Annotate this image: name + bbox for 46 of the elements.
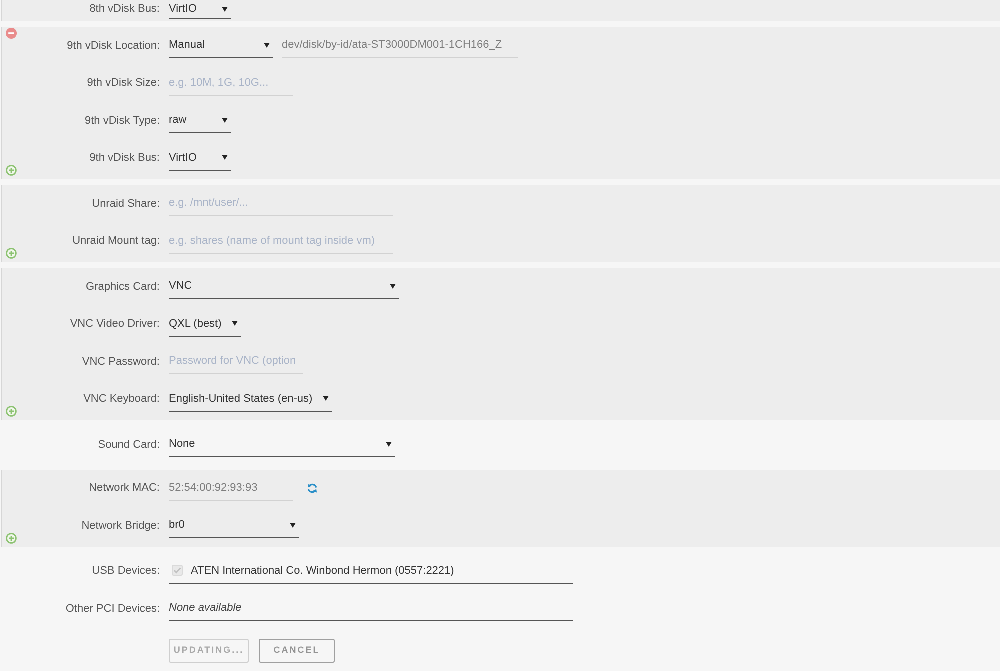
input-field[interactable]: e.g. shares (name of mount tag inside vm) bbox=[169, 228, 393, 254]
input-field[interactable]: Password for VNC (option bbox=[169, 349, 303, 374]
caret-icon bbox=[222, 155, 228, 160]
field-label: 9th vDisk Bus: bbox=[90, 151, 160, 166]
field-note: None available bbox=[169, 596, 573, 622]
field-label: Unraid Mount tag: bbox=[72, 234, 160, 249]
field-label: Sound Card: bbox=[98, 438, 160, 452]
checkbox-label: ATEN International Co. Winbond Hermon (0557:2221) bbox=[191, 564, 454, 578]
caret-icon bbox=[322, 396, 329, 402]
field-label: VNC Keyboard: bbox=[84, 392, 160, 407]
field-label: Other PCI Devices: bbox=[66, 602, 160, 616]
plus-circle-icon[interactable] bbox=[6, 248, 17, 259]
input-field[interactable]: e.g. /mnt/user/... bbox=[169, 191, 393, 216]
select-field[interactable]: br0 bbox=[169, 513, 299, 538]
field-label: 9th vDisk Location: bbox=[67, 38, 160, 54]
select-field[interactable]: VNC bbox=[169, 274, 399, 300]
select-field[interactable]: Manual bbox=[169, 33, 273, 58]
field-label: VNC Password: bbox=[82, 354, 160, 370]
caret-icon bbox=[290, 522, 296, 528]
select-field[interactable]: English-United States (en-us) bbox=[169, 386, 332, 412]
caret-icon bbox=[390, 284, 396, 289]
select-field[interactable]: QXL (best) bbox=[169, 312, 241, 337]
plus-circle-icon[interactable] bbox=[6, 532, 17, 544]
select-field[interactable]: raw bbox=[169, 108, 231, 134]
field-label: 8th vDisk Bus: bbox=[90, 2, 160, 18]
input-field[interactable]: e.g. 10M, 1G, 10G... bbox=[169, 70, 293, 96]
caret-icon bbox=[222, 6, 228, 12]
caret-icon bbox=[222, 118, 228, 123]
field-label: Network Bridge: bbox=[82, 518, 160, 534]
field-label: VNC Video Driver: bbox=[70, 317, 160, 332]
field-label: Graphics Card: bbox=[86, 280, 160, 294]
field-label: Unraid Share: bbox=[92, 196, 160, 212]
caret-icon bbox=[232, 321, 238, 326]
select-field[interactable]: VirtIO bbox=[169, 0, 231, 18]
field-label: USB Devices: bbox=[92, 564, 160, 579]
caret-icon bbox=[264, 42, 270, 48]
field-label: 9th vDisk Size: bbox=[87, 76, 160, 91]
refresh-icon[interactable] bbox=[307, 482, 318, 494]
select-field[interactable]: VirtIO bbox=[169, 146, 231, 171]
select-field[interactable]: None bbox=[169, 432, 395, 458]
plus-circle-icon[interactable] bbox=[6, 165, 17, 176]
field-label: Network MAC: bbox=[89, 481, 160, 496]
caret-icon bbox=[386, 442, 392, 447]
minus-circle-icon[interactable] bbox=[6, 28, 17, 39]
field-label: 9th vDisk Type: bbox=[85, 114, 160, 128]
plus-circle-icon[interactable] bbox=[6, 406, 17, 417]
